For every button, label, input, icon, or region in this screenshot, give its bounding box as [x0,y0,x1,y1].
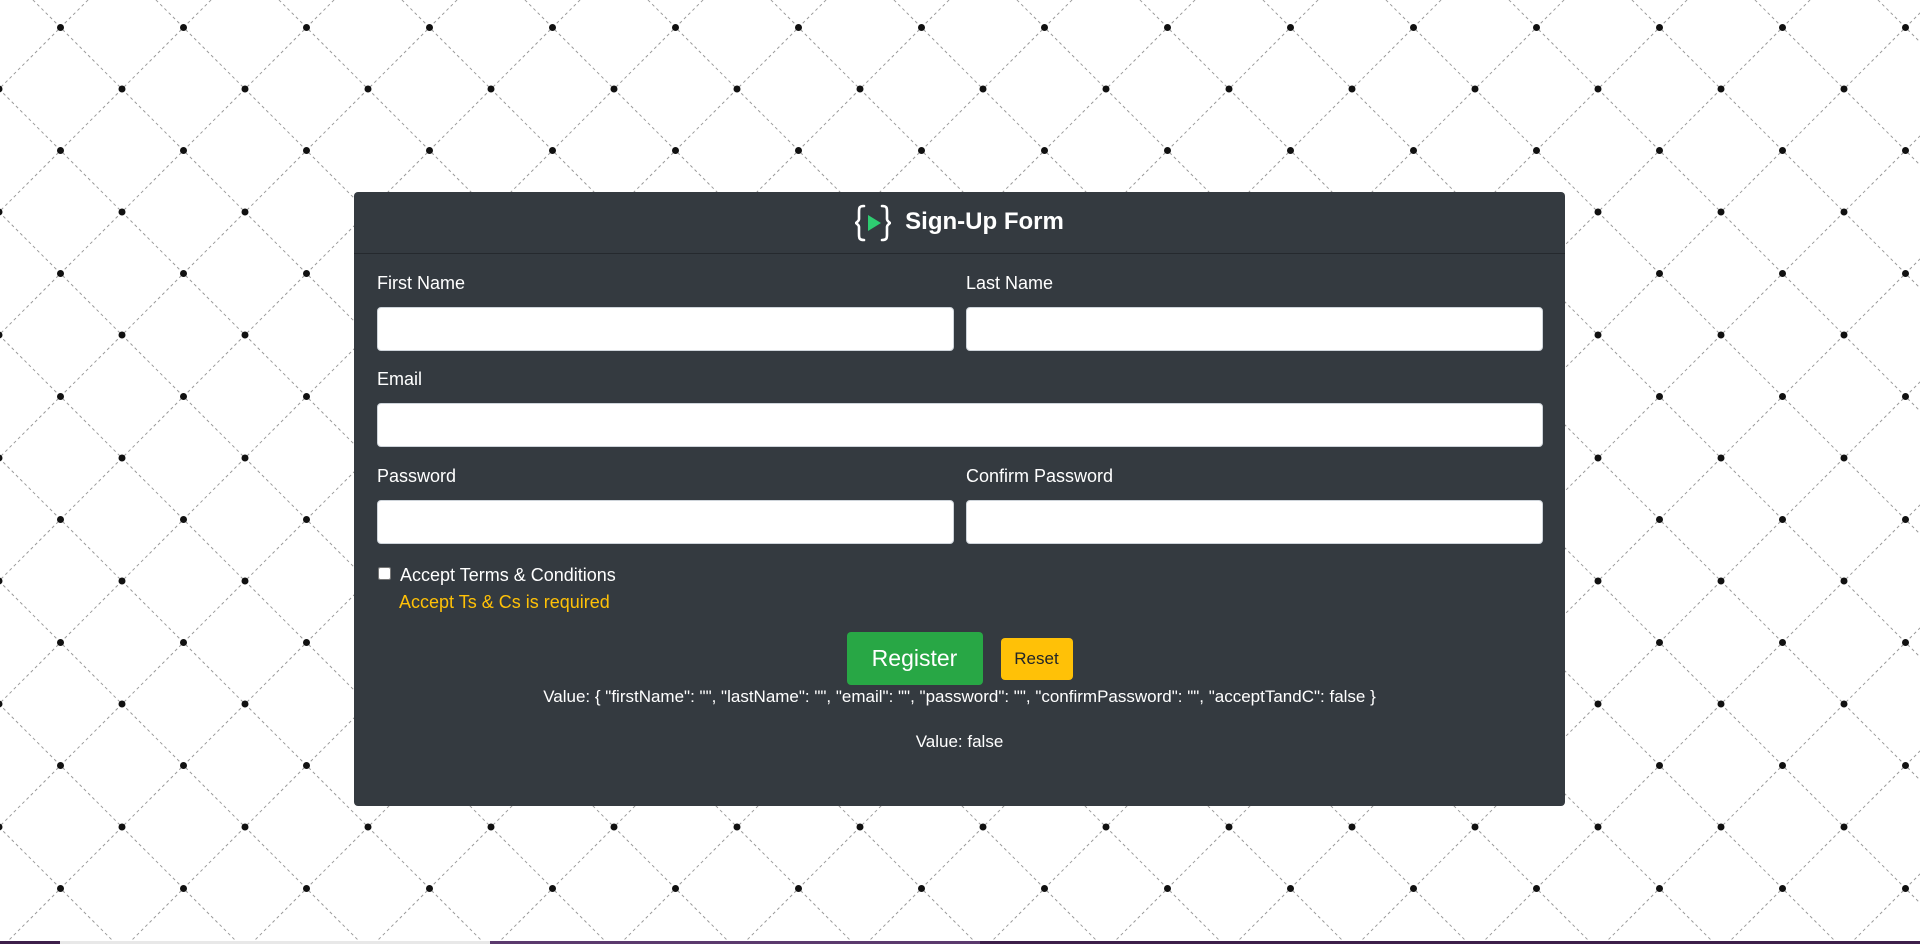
reset-button[interactable]: Reset [1000,637,1073,680]
first-name-input[interactable] [377,307,954,351]
form-actions: Register Reset [377,632,1542,685]
register-button[interactable]: Register [846,632,983,685]
page-title: Sign-Up Form [905,207,1064,235]
curly-brace-play-icon [855,204,892,242]
accept-terms-label[interactable]: Accept Terms & Conditions [400,563,616,587]
email-input[interactable] [377,403,1543,447]
password-input[interactable] [377,500,954,544]
confirm-password-group: Confirm Password [966,464,1543,544]
password-label: Password [377,466,457,486]
last-name-group: Last Name [966,271,1543,351]
first-name-group: First Name [377,271,954,351]
accept-terms-row: Accept Terms & Conditions [377,563,616,587]
accept-terms-checkbox[interactable] [378,567,391,580]
confirm-password-input[interactable] [966,500,1543,544]
password-group: Password [377,464,954,544]
form-value-output: Value: { "firstName": "", "lastName": ""… [543,687,1376,706]
accept-terms-error: Accept Ts & Cs is required [399,592,610,612]
signup-form-card: Sign-Up Form First Name Last Name Email … [354,192,1565,806]
email-group: Email [377,367,1543,447]
first-name-label: First Name [377,273,466,293]
form-valid-output: Value: false [915,732,1004,751]
email-label: Email [377,369,423,389]
last-name-label: Last Name [966,273,1054,293]
card-header: Sign-Up Form [354,192,1565,254]
confirm-password-label: Confirm Password [966,466,1114,486]
last-name-input[interactable] [966,307,1543,351]
